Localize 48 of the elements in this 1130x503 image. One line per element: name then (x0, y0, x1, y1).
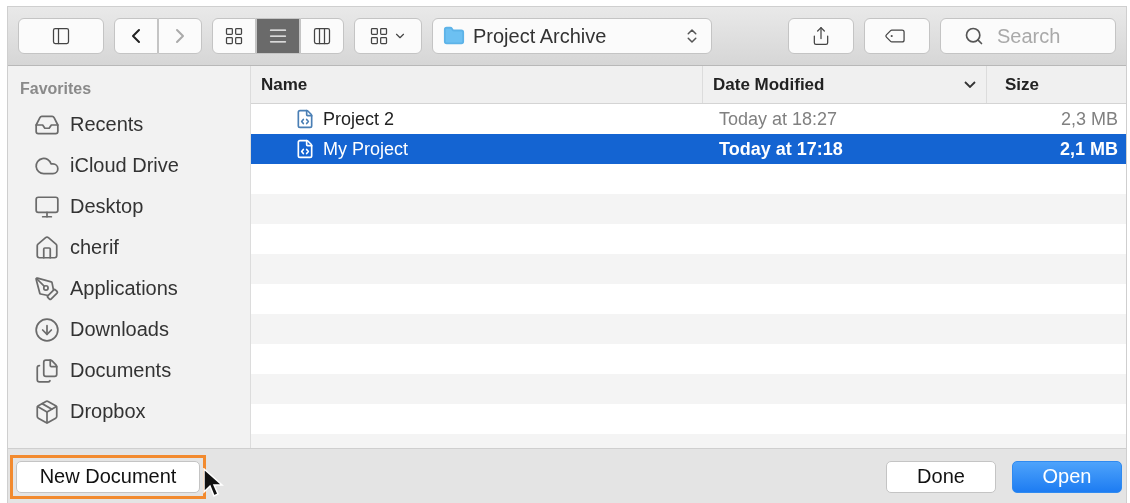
sidebar-item[interactable]: Recents (20, 104, 250, 145)
file-icon (295, 139, 315, 159)
location-dropdown[interactable]: Project Archive (432, 18, 712, 54)
file-name: My Project (323, 138, 409, 160)
sidebar-item[interactable]: Desktop (20, 186, 250, 227)
sidebar-item[interactable]: Downloads (20, 309, 250, 350)
sidebar-item[interactable]: Documents (20, 350, 250, 391)
view-button[interactable] (212, 18, 256, 54)
tag-button[interactable] (864, 18, 930, 54)
column-header[interactable]: Name (251, 66, 703, 103)
file-size: 2,3 MB (1059, 108, 1119, 130)
monitor-icon (34, 193, 60, 220)
view-button[interactable] (300, 18, 344, 54)
pointer-cursor-icon (203, 467, 225, 498)
box-icon (34, 398, 60, 425)
house-icon (34, 234, 60, 261)
grid-icon (369, 26, 389, 46)
sidebar-icon (51, 26, 71, 46)
view-button[interactable] (256, 18, 300, 54)
sidebar-item[interactable]: iCloud Drive (20, 145, 250, 186)
back-button[interactable] (114, 18, 158, 54)
sidebar-item[interactable]: Applications (20, 268, 250, 309)
documents-icon (34, 357, 60, 384)
date-modified: Today at 18:27 (718, 108, 839, 130)
sidebar-item[interactable]: Dropbox (20, 391, 250, 432)
pen-icon (34, 275, 60, 302)
search-field[interactable]: Search (940, 18, 1116, 54)
date-modified: Today at 17:18 (718, 138, 844, 160)
share-button[interactable] (788, 18, 854, 54)
grid-icon (224, 26, 244, 46)
column-header[interactable]: Size (987, 66, 1126, 103)
share-icon (811, 26, 831, 46)
download-icon (34, 316, 60, 343)
new-document-button[interactable]: New Document (16, 460, 200, 493)
columns-icon (312, 26, 332, 46)
column-header[interactable]: Date Modified (703, 66, 987, 103)
chevron-down-icon (964, 81, 976, 88)
sidebar-heading: Favorites (20, 80, 93, 98)
file-row[interactable]: My Project Today at 17:18 2,1 MB (251, 134, 1126, 164)
arrange-button[interactable] (354, 18, 422, 54)
file-icon (295, 109, 315, 129)
folder-icon (443, 25, 465, 47)
dialog-button[interactable]: Done (886, 460, 996, 493)
file-name: Project 2 (323, 108, 395, 130)
file-size: 2,1 MB (1058, 138, 1119, 160)
sidebar-toggle-button[interactable] (18, 18, 104, 54)
sidebar-item[interactable]: cherif (20, 227, 250, 268)
search-icon (964, 26, 984, 46)
